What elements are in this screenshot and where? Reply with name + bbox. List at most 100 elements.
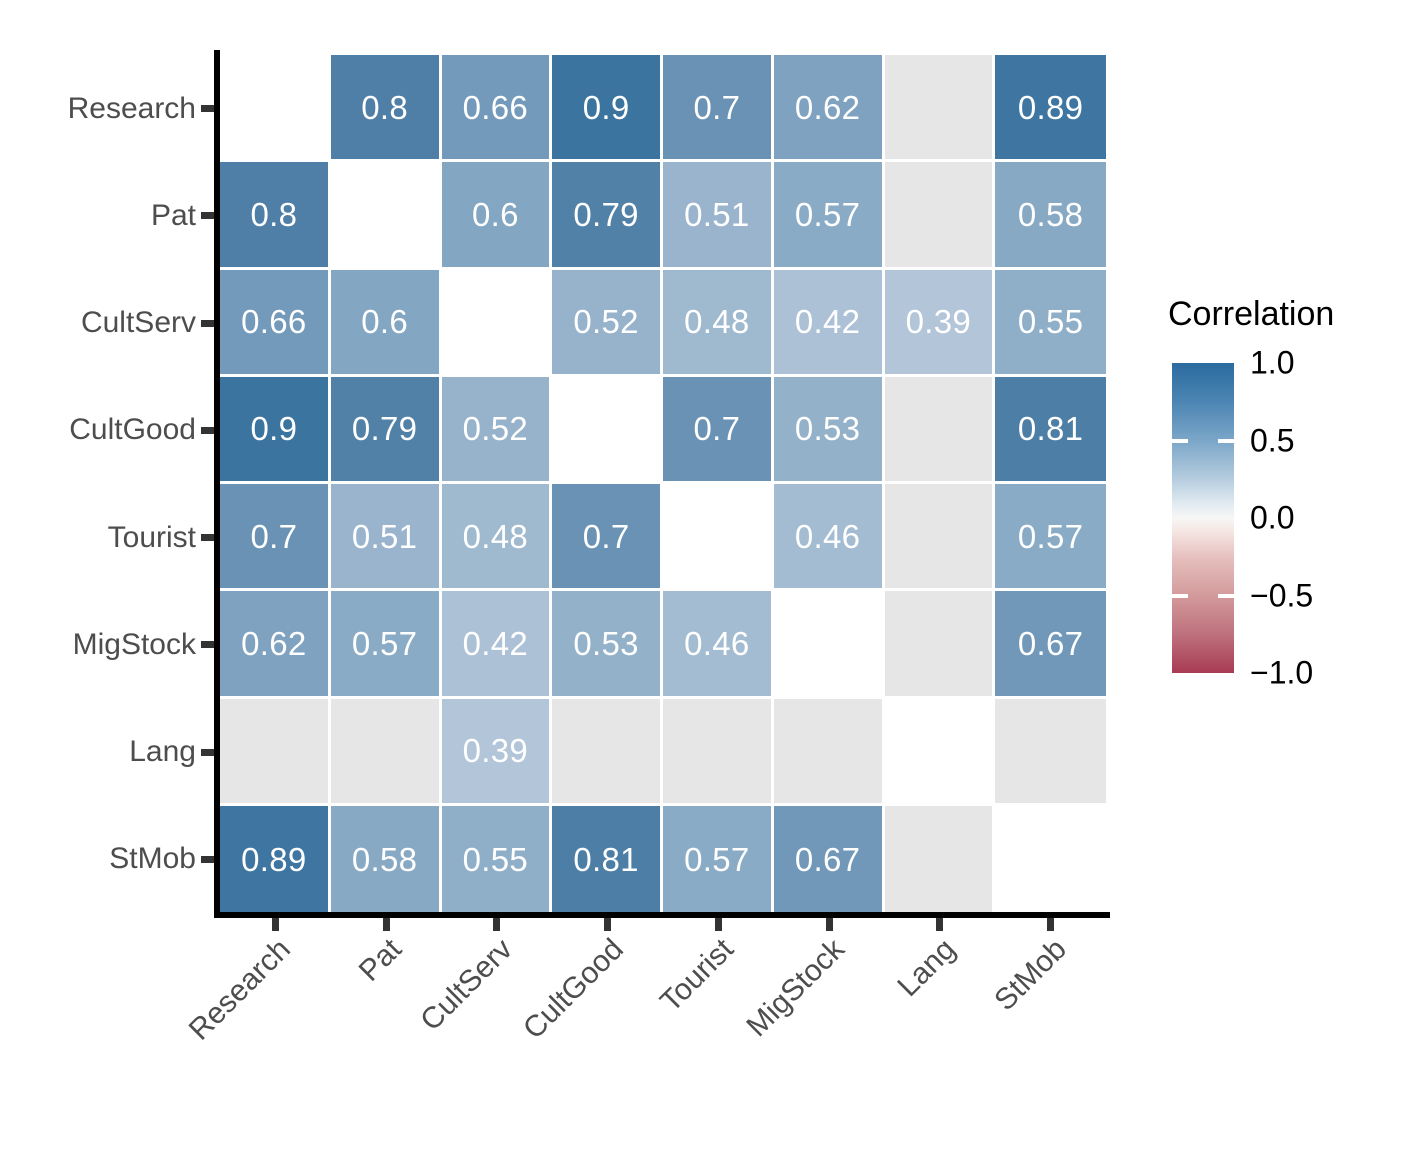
heatmap-cell	[773, 698, 885, 806]
heatmap-cell-value: 0.39	[905, 303, 972, 341]
y-axis-label: Pat	[150, 198, 196, 232]
heatmap-cell: 0.53	[552, 591, 663, 699]
heatmap-cell-value: 0.58	[351, 840, 418, 878]
heatmap-cell: 0.6	[441, 162, 553, 270]
heatmap-cell: 0.66	[220, 269, 331, 377]
heatmap-cell-value: 0.51	[684, 195, 750, 233]
x-axis-tick	[714, 918, 722, 931]
y-axis-tick	[201, 319, 214, 327]
heatmap-cell: 0.81	[552, 805, 663, 913]
y-axis-tick	[201, 212, 214, 220]
heatmap-cell: 0.57	[773, 162, 885, 270]
legend-tick-mark	[1218, 593, 1234, 598]
heatmap-cell: 0.79	[552, 162, 663, 270]
heatmap-cell: 0.51	[330, 484, 442, 592]
heatmap-cell: 0.67	[995, 591, 1106, 699]
heatmap-cell-value: 0.7	[693, 88, 741, 126]
heatmap-cell-value: 0.81	[573, 840, 639, 878]
heatmap-cell-value: 0.9	[582, 88, 630, 126]
y-axis-label: StMob	[109, 842, 196, 876]
heatmap-cell: 0.7	[663, 376, 774, 484]
legend-tick-mark	[1172, 438, 1188, 443]
heatmap-cell: 0.55	[441, 805, 553, 913]
y-axis-line	[214, 50, 220, 918]
heatmap-cell-value: 0.58	[1017, 195, 1084, 233]
heatmap-cell-value: 0.89	[1017, 88, 1084, 126]
y-axis-tick	[201, 426, 214, 434]
heatmap-cell: 0.57	[663, 805, 774, 913]
heatmap-cell	[884, 162, 996, 270]
heatmap-cell-value: 0.46	[794, 517, 861, 555]
heatmap-cell	[995, 805, 1106, 913]
heatmap-cell-value: 0.48	[462, 517, 529, 555]
x-axis-tick	[271, 918, 279, 931]
heatmap-cell-value: 0.89	[241, 840, 307, 878]
heatmap-cell-value: 0.67	[1017, 624, 1084, 662]
heatmap-cell-value: 0.66	[241, 303, 307, 341]
heatmap-cell-value: 0.66	[462, 88, 529, 126]
x-axis-label: Lang	[891, 932, 962, 1004]
heatmap-cell-value: 0.62	[794, 88, 861, 126]
heatmap-cell: 0.8	[220, 162, 331, 270]
heatmap-cell-value: 0.7	[582, 517, 630, 555]
heatmap-cell: 0.9	[220, 376, 331, 484]
heatmap-cell: 0.42	[773, 269, 885, 377]
x-axis-tick	[382, 918, 390, 931]
heatmap-cell-value: 0.6	[471, 195, 519, 233]
heatmap-cell: 0.58	[330, 805, 442, 913]
correlation-heatmap-figure: 0.8 0.66 0.9 0.7 0.62 0.89 0.8 0.6 0.79 0.51 0.57 0…	[0, 0, 1420, 1084]
heatmap-grid: 0.8 0.66 0.9 0.7 0.62 0.89 0.8 0.6 0.79 0.51 0.57 0…	[220, 55, 1106, 913]
y-axis-tick	[201, 748, 214, 756]
heatmap-cell: 0.67	[773, 805, 885, 913]
heatmap-cell: 0.89	[995, 55, 1106, 163]
heatmap-cell: 0.46	[663, 591, 774, 699]
heatmap-cell	[220, 698, 331, 806]
heatmap-cell	[663, 484, 774, 592]
heatmap-cell-value: 0.6	[361, 303, 409, 341]
legend-tick-mark	[1172, 593, 1188, 598]
heatmap-cell-value: 0.57	[794, 195, 861, 233]
heatmap-cell	[884, 591, 996, 699]
heatmap-cell	[884, 698, 996, 806]
heatmap-cell	[884, 376, 996, 484]
y-axis-label: Lang	[129, 735, 196, 769]
heatmap-cell: 0.46	[773, 484, 885, 592]
heatmap-cell-value: 0.67	[794, 840, 861, 878]
heatmap-cell-value: 0.53	[794, 410, 861, 448]
y-axis-label: Research	[67, 91, 196, 125]
heatmap-cell: 0.6	[330, 269, 442, 377]
heatmap-cell	[773, 591, 885, 699]
heatmap-cell: 0.66	[441, 55, 553, 163]
heatmap-cell: 0.42	[441, 591, 553, 699]
heatmap-cell-value: 0.46	[684, 624, 750, 662]
heatmap-cell	[884, 484, 996, 592]
heatmap-cell: 0.7	[552, 484, 663, 592]
y-axis-label: CultGood	[69, 413, 196, 447]
x-axis-label: MigStock	[740, 932, 852, 1044]
legend-tick-label: 1.0	[1250, 344, 1295, 381]
heatmap-cell-value: 0.81	[1017, 410, 1084, 448]
heatmap-cell	[330, 698, 442, 806]
heatmap-cell-value: 0.52	[573, 303, 639, 341]
heatmap-cell-value: 0.51	[351, 517, 418, 555]
heatmap-cell-value: 0.52	[462, 410, 529, 448]
legend-tick-label: −1.0	[1250, 654, 1314, 691]
heatmap-cell: 0.48	[441, 484, 553, 592]
heatmap-cell-value: 0.42	[462, 624, 529, 662]
x-axis-label: CultServ	[414, 932, 519, 1038]
heatmap-cell: 0.57	[995, 484, 1106, 592]
heatmap-cell: 0.58	[995, 162, 1106, 270]
x-axis-tick	[825, 918, 833, 931]
heatmap-cell	[663, 698, 774, 806]
legend-tick-label: 0.5	[1250, 422, 1295, 458]
heatmap-cell: 0.81	[995, 376, 1106, 484]
heatmap-cell: 0.79	[330, 376, 442, 484]
heatmap-cell: 0.89	[220, 805, 331, 913]
heatmap-cell-value: 0.62	[241, 624, 307, 662]
heatmap-cell	[441, 269, 553, 377]
heatmap-cell-value: 0.7	[693, 410, 741, 448]
x-axis-tick	[1047, 918, 1055, 931]
heatmap-cell: 0.39	[884, 269, 996, 377]
heatmap-cell-value: 0.53	[573, 624, 639, 662]
heatmap-cell	[330, 162, 442, 270]
